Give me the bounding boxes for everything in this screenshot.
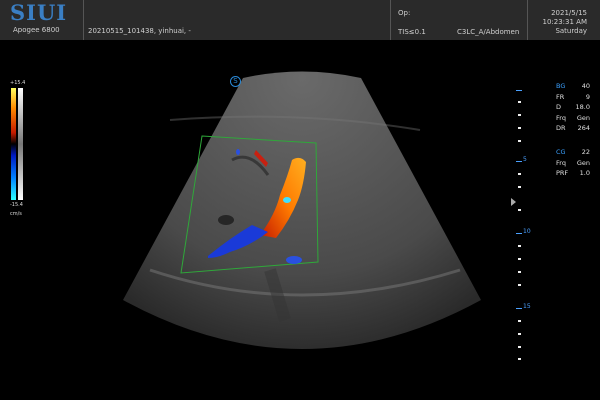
dark-vessel <box>218 215 234 225</box>
operator-label: Op: <box>398 9 411 17</box>
ruler-tick <box>518 346 521 348</box>
param-key: DR <box>556 124 566 133</box>
depth-label-5: 5 <box>523 156 527 163</box>
parameter-panel: BG 40 FR 9 D 18.0 Frq Gen DR 264 CG 22 F… <box>556 82 590 180</box>
param-key: PRF <box>556 169 569 178</box>
param-key: Frq <box>556 113 566 122</box>
param-value: 22 <box>581 147 590 156</box>
param-row-bg: BG 40 <box>556 82 590 93</box>
bmode-sector <box>123 71 481 349</box>
param-row-cfrq: Frq Gen <box>556 159 590 170</box>
ruler-tick-major <box>516 308 522 309</box>
param-value: 264 <box>577 124 590 133</box>
param-row-fr: FR 9 <box>556 93 590 104</box>
exam-date: 2021/5/15 <box>551 9 587 17</box>
ruler-tick-major <box>516 233 522 234</box>
ruler-tick <box>518 320 521 322</box>
focus-marker-icon[interactable] <box>511 198 516 206</box>
header-divider <box>83 0 84 40</box>
ruler-tick <box>518 186 521 188</box>
param-key: D <box>556 103 562 112</box>
param-value: 40 <box>581 82 590 90</box>
ruler-tick <box>518 245 521 247</box>
param-key: FR <box>556 92 565 101</box>
param-row-dr: DR 264 <box>556 124 590 135</box>
exam-time: 10:23:31 AM <box>542 18 588 26</box>
param-key: Frq <box>556 158 566 167</box>
ultrasound-image[interactable] <box>0 40 600 400</box>
param-value: 18.0 <box>575 103 590 112</box>
ruler-tick <box>518 114 521 116</box>
brand-logo: SIUI <box>10 0 68 25</box>
ruler-tick <box>518 127 521 129</box>
preset-label: C3LC_A/Abdomen <box>457 28 520 36</box>
param-value: 1.0 <box>579 169 590 178</box>
param-key: BG <box>556 82 566 90</box>
patient-info: 20210515_101438, yinhuai, - <box>88 27 191 35</box>
ruler-tick-major <box>516 161 522 162</box>
param-row-cg: CG 22 <box>556 148 590 159</box>
depth-label-10: 10 <box>523 228 531 235</box>
ruler-tick <box>518 271 521 273</box>
orientation-indicator: S <box>230 76 241 87</box>
blue-dot <box>236 149 240 155</box>
ruler-tick <box>518 209 521 211</box>
ruler-tick-major <box>516 90 522 91</box>
ruler-tick <box>518 284 521 286</box>
ruler-tick <box>518 333 521 335</box>
exam-weekday: Saturday <box>555 27 587 35</box>
param-row-d: D 18.0 <box>556 103 590 114</box>
cyan-spot <box>283 197 291 203</box>
param-value: 9 <box>585 92 590 101</box>
blue-flow-small <box>286 256 302 264</box>
ruler-tick <box>518 358 521 360</box>
param-key: CG <box>556 147 566 156</box>
param-value: Gen <box>576 158 590 167</box>
param-row-prf: PRF 1.0 <box>556 169 590 180</box>
depth-label-15: 15 <box>523 303 531 310</box>
param-value: Gen <box>576 113 590 122</box>
header-divider <box>527 0 528 40</box>
ruler-tick <box>518 140 521 142</box>
header-divider <box>390 0 391 40</box>
header-bar: SIUI Apogee 6800 20210515_101438, yinhua… <box>0 0 600 40</box>
ruler-tick <box>518 101 521 103</box>
ruler-tick <box>518 258 521 260</box>
param-row-frq: Frq Gen <box>556 114 590 125</box>
device-model: Apogee 6800 <box>13 26 60 34</box>
tis-index: TIS≤0.1 <box>398 28 426 36</box>
ruler-tick <box>518 173 521 175</box>
